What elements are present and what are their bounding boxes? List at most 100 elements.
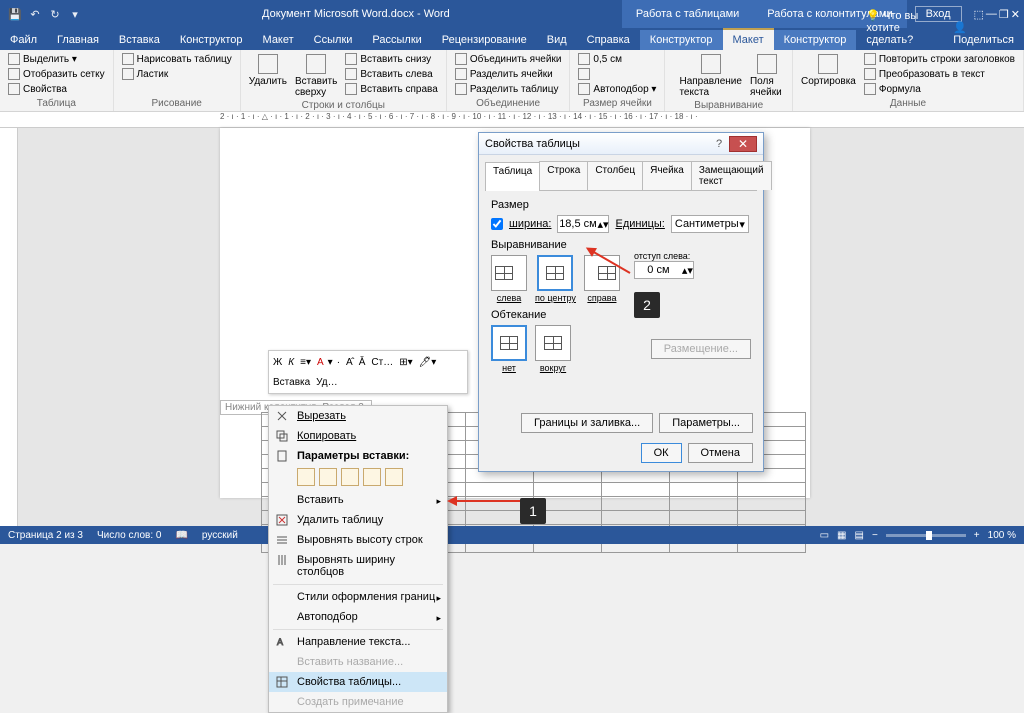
ctx-equal-cols[interactable]: Выровнять ширину столбцов xyxy=(269,550,447,582)
view-read-icon[interactable]: ▭ xyxy=(820,530,829,541)
convert-text-button[interactable]: Преобразовать в текст xyxy=(862,67,1017,81)
ctx-autofit[interactable]: Автоподбор▸ xyxy=(269,607,447,627)
text-direction-button[interactable]: Направление текста xyxy=(677,52,743,100)
insert-left-button[interactable]: Вставить слева xyxy=(343,67,439,81)
tab-layout[interactable]: Макет xyxy=(253,30,304,50)
col-width-input[interactable] xyxy=(576,67,658,81)
align-label: Выравнивание xyxy=(491,239,751,251)
properties-button[interactable]: Свойства xyxy=(6,82,107,96)
vertical-ruler[interactable] xyxy=(0,128,18,526)
align-left-option[interactable] xyxy=(491,255,527,291)
units-label: Единицы: xyxy=(615,218,664,230)
autofit-button[interactable]: Автоподбор ▾ xyxy=(576,82,658,96)
dialog-close-button[interactable]: ✕ xyxy=(729,136,757,152)
ribbon: Выделить ▾ Отобразить сетку Свойства Таб… xyxy=(0,50,1024,112)
ctx-copy[interactable]: Копировать xyxy=(269,426,447,446)
split-table-button[interactable]: Разделить таблицу xyxy=(453,82,564,96)
ctx-caption: Вставить название... xyxy=(269,652,447,672)
tab-hf-design[interactable]: Конструктор xyxy=(774,30,857,50)
ctx-cut[interactable]: Вырезать xyxy=(269,406,447,426)
undo-icon[interactable]: ↶ xyxy=(28,7,42,21)
ctx-equal-rows[interactable]: Выровнять высоту строк xyxy=(269,530,447,550)
dlg-tab-alttext[interactable]: Замещающий текст xyxy=(691,161,772,190)
status-proofing-icon[interactable]: 📖 xyxy=(175,530,187,541)
status-page[interactable]: Страница 2 из 3 xyxy=(8,530,83,541)
select-button[interactable]: Выделить ▾ xyxy=(6,52,107,66)
view-print-icon[interactable]: ▦ xyxy=(837,530,846,541)
tab-design[interactable]: Конструктор xyxy=(170,30,253,50)
status-words[interactable]: Число слов: 0 xyxy=(97,530,161,541)
draw-table-button[interactable]: Нарисовать таблицу xyxy=(120,52,234,66)
insert-below-button[interactable]: Вставить снизу xyxy=(343,52,439,66)
annotation-arrow-1 xyxy=(450,500,520,502)
merge-cells-button[interactable]: Объединить ячейки xyxy=(453,52,564,66)
repeat-header-button[interactable]: Повторить строки заголовков xyxy=(862,52,1017,66)
width-checkbox[interactable] xyxy=(491,218,503,230)
row-height-input[interactable]: 0,5 см xyxy=(576,52,658,66)
tab-mailings[interactable]: Рассылки xyxy=(362,30,431,50)
delete-button[interactable]: Удалить xyxy=(247,52,289,89)
insert-above-button[interactable]: Вставить сверху xyxy=(293,52,339,100)
width-label: ширина: xyxy=(509,218,551,230)
tab-file[interactable]: Файл xyxy=(0,30,47,50)
options-button[interactable]: Параметры... xyxy=(659,413,753,433)
sort-button[interactable]: Сортировка xyxy=(799,52,858,89)
ctx-tab-table-tools: Работа с таблицами xyxy=(622,0,753,28)
cell-margins-button[interactable]: Поля ячейки xyxy=(748,52,786,100)
view-gridlines-button[interactable]: Отобразить сетку xyxy=(6,67,107,81)
view-web-icon[interactable]: ▤ xyxy=(855,530,864,541)
group-data-label: Данные xyxy=(799,98,1017,109)
ok-button[interactable]: ОК xyxy=(641,443,682,463)
share-button[interactable]: 👤 Поделиться xyxy=(943,17,1024,50)
group-cellsize-label: Размер ячейки xyxy=(576,98,658,109)
ctx-insert[interactable]: Вставить▸ xyxy=(269,490,447,510)
status-language[interactable]: русский xyxy=(202,530,238,541)
paste-options[interactable] xyxy=(269,466,447,490)
split-cells-button[interactable]: Разделить ячейки xyxy=(453,67,564,81)
tab-view[interactable]: Вид xyxy=(537,30,577,50)
wrap-around-option[interactable] xyxy=(535,325,571,361)
tab-review[interactable]: Рецензирование xyxy=(432,30,537,50)
annotation-badge-1: 1 xyxy=(520,498,546,524)
tab-table-layout[interactable]: Макет xyxy=(723,28,774,50)
eraser-button[interactable]: Ластик xyxy=(120,67,234,81)
tab-help[interactable]: Справка xyxy=(577,30,640,50)
dlg-tab-cell[interactable]: Ячейка xyxy=(642,161,692,190)
horizontal-ruler[interactable]: 2 · ı · 1 · ı · △ · ı · 1 · ı · 2 · ı · … xyxy=(0,112,1024,128)
mini-toolbar[interactable]: ЖК≡▾А▾·А̂А̌Ст… ⊞▾🖊▾ВставкаУд… xyxy=(268,350,468,394)
tab-references[interactable]: Ссылки xyxy=(304,30,363,50)
borders-shading-button[interactable]: Границы и заливка... xyxy=(521,413,653,433)
align-right-option[interactable] xyxy=(584,255,620,291)
units-select[interactable]: Сантиметры▾ xyxy=(671,215,749,233)
ctx-delete-table[interactable]: Удалить таблицу xyxy=(269,510,447,530)
qat-dropdown-icon[interactable]: ▾ xyxy=(68,7,82,21)
ctx-table-properties[interactable]: Свойства таблицы... xyxy=(269,672,447,692)
annotation-badge-2: 2 xyxy=(634,292,660,318)
ctx-new-comment: Создать примечание xyxy=(269,692,447,712)
statusbar: Страница 2 из 3 Число слов: 0 📖 русский … xyxy=(0,526,1024,544)
indent-input[interactable]: 0 см▴▾ xyxy=(634,261,694,279)
redo-icon[interactable]: ↻ xyxy=(48,7,62,21)
dlg-tab-table[interactable]: Таблица xyxy=(485,162,540,191)
formula-button[interactable]: Формула xyxy=(862,82,1017,96)
ctx-text-direction[interactable]: AНаправление текста... xyxy=(269,632,447,652)
group-merge-label: Объединение xyxy=(453,98,564,109)
zoom-out-icon[interactable]: − xyxy=(872,530,878,541)
dlg-tab-row[interactable]: Строка xyxy=(539,161,588,190)
zoom-level[interactable]: 100 % xyxy=(988,530,1016,541)
dlg-tab-column[interactable]: Столбец xyxy=(587,161,643,190)
dialog-help-icon[interactable]: ? xyxy=(709,138,729,150)
cancel-button[interactable]: Отмена xyxy=(688,443,753,463)
ctx-border-styles[interactable]: Стили оформления границ▸ xyxy=(269,587,447,607)
width-input[interactable]: 18,5 см▴▾ xyxy=(557,215,609,233)
tab-home[interactable]: Главная xyxy=(47,30,109,50)
save-icon[interactable]: 💾 xyxy=(8,7,22,21)
insert-right-button[interactable]: Вставить справа xyxy=(343,82,439,96)
zoom-in-icon[interactable]: + xyxy=(974,530,980,541)
align-center-option[interactable] xyxy=(537,255,573,291)
wrap-none-option[interactable] xyxy=(491,325,527,361)
zoom-slider[interactable] xyxy=(886,534,966,537)
tab-insert[interactable]: Вставка xyxy=(109,30,170,50)
tab-table-design[interactable]: Конструктор xyxy=(640,30,723,50)
tell-me-search[interactable]: 💡 Что вы хотите сделать? xyxy=(856,5,943,50)
